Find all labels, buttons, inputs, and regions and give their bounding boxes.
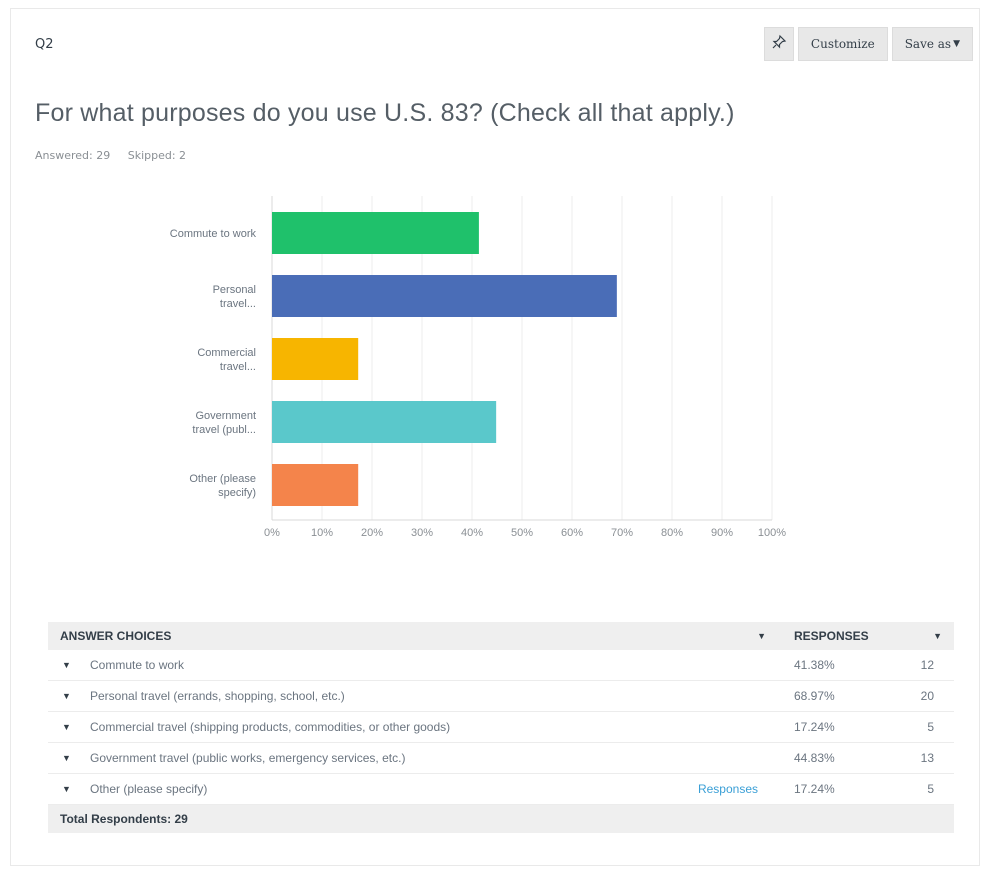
sort-caret-icon[interactable]: ▼ [757, 631, 778, 641]
answer-stats: Answered: 29 Skipped: 2 [35, 149, 186, 162]
pin-icon [771, 34, 787, 54]
header-answer-choices[interactable]: ANSWER CHOICES ▼ [48, 629, 778, 643]
table-header: ANSWER CHOICES ▼ RESPONSES ▼ [48, 622, 954, 650]
answer-choice-cell: ▼ Government travel (public works, emerge… [48, 751, 778, 765]
answer-choice-text: Personal travel (errands, shopping, scho… [90, 689, 345, 703]
save-as-label: Save as [904, 37, 952, 51]
results-table: ANSWER CHOICES ▼ RESPONSES ▼ ▼ Commute to… [48, 622, 954, 833]
response-count: 12 [920, 658, 934, 672]
question-number: Q2 [35, 37, 54, 52]
customize-button[interactable]: Customize [797, 27, 888, 61]
response-count: 5 [927, 782, 934, 796]
answer-choice-text: Government travel (public works, emergen… [90, 751, 406, 765]
response-percent: 41.38% [794, 658, 835, 672]
header-responses-label: RESPONSES [794, 629, 869, 643]
expand-caret-icon[interactable]: ▼ [62, 784, 90, 794]
answer-choice-cell: ▼ Commute to work [48, 658, 778, 672]
response-count: 20 [920, 689, 934, 703]
response-percent: 17.24% [794, 720, 835, 734]
caret-down-icon: ▼ [953, 39, 960, 49]
table-row: ▼ Commercial travel (shipping products, c… [48, 712, 954, 743]
expand-caret-icon[interactable]: ▼ [62, 691, 90, 701]
skipped-count: Skipped: 2 [127, 149, 187, 162]
table-body: ▼ Commute to work 41.38% 12 ▼ Personal travel… [48, 650, 954, 805]
answer-choice-cell: ▼ Personal travel (errands, shopping, sch… [48, 689, 778, 703]
save-as-button[interactable]: Save as ▼ [891, 27, 973, 61]
total-respondents: Total Respondents: 29 [48, 805, 954, 833]
toolbar: Customize Save as ▼ [763, 27, 973, 61]
header-answer-choices-label: ANSWER CHOICES [60, 629, 172, 643]
response-count: 13 [920, 751, 934, 765]
sort-caret-icon[interactable]: ▼ [933, 631, 954, 641]
answer-choice-cell: ▼ Other (please specify) Responses [48, 782, 778, 796]
table-row: ▼ Personal travel (errands, shopping, sch… [48, 681, 954, 712]
response-percent: 17.24% [794, 782, 835, 796]
answer-choice-text: Other (please specify) [90, 782, 208, 796]
header-responses[interactable]: RESPONSES ▼ [778, 629, 954, 643]
table-row: ▼ Other (please specify) Responses 17.24% 5 [48, 774, 954, 805]
response-percent: 68.97% [794, 689, 835, 703]
expand-caret-icon[interactable]: ▼ [62, 722, 90, 732]
expand-caret-icon[interactable]: ▼ [62, 753, 90, 763]
table-row: ▼ Government travel (public works, emerge… [48, 743, 954, 774]
responses-link[interactable]: Responses [698, 782, 778, 796]
expand-caret-icon[interactable]: ▼ [62, 660, 90, 670]
answer-choice-text: Commute to work [90, 658, 185, 672]
response-percent: 44.83% [794, 751, 835, 765]
table-row: ▼ Commute to work 41.38% 12 [48, 650, 954, 681]
pin-button[interactable] [763, 27, 794, 61]
answer-choice-text: Commercial travel (shipping products, co… [90, 720, 451, 734]
response-count: 5 [927, 720, 934, 734]
question-title: For what purposes do you use U.S. 83? (C… [35, 99, 735, 127]
answer-choice-cell: ▼ Commercial travel (shipping products, c… [48, 720, 778, 734]
answered-count: Answered: 29 [35, 149, 111, 162]
